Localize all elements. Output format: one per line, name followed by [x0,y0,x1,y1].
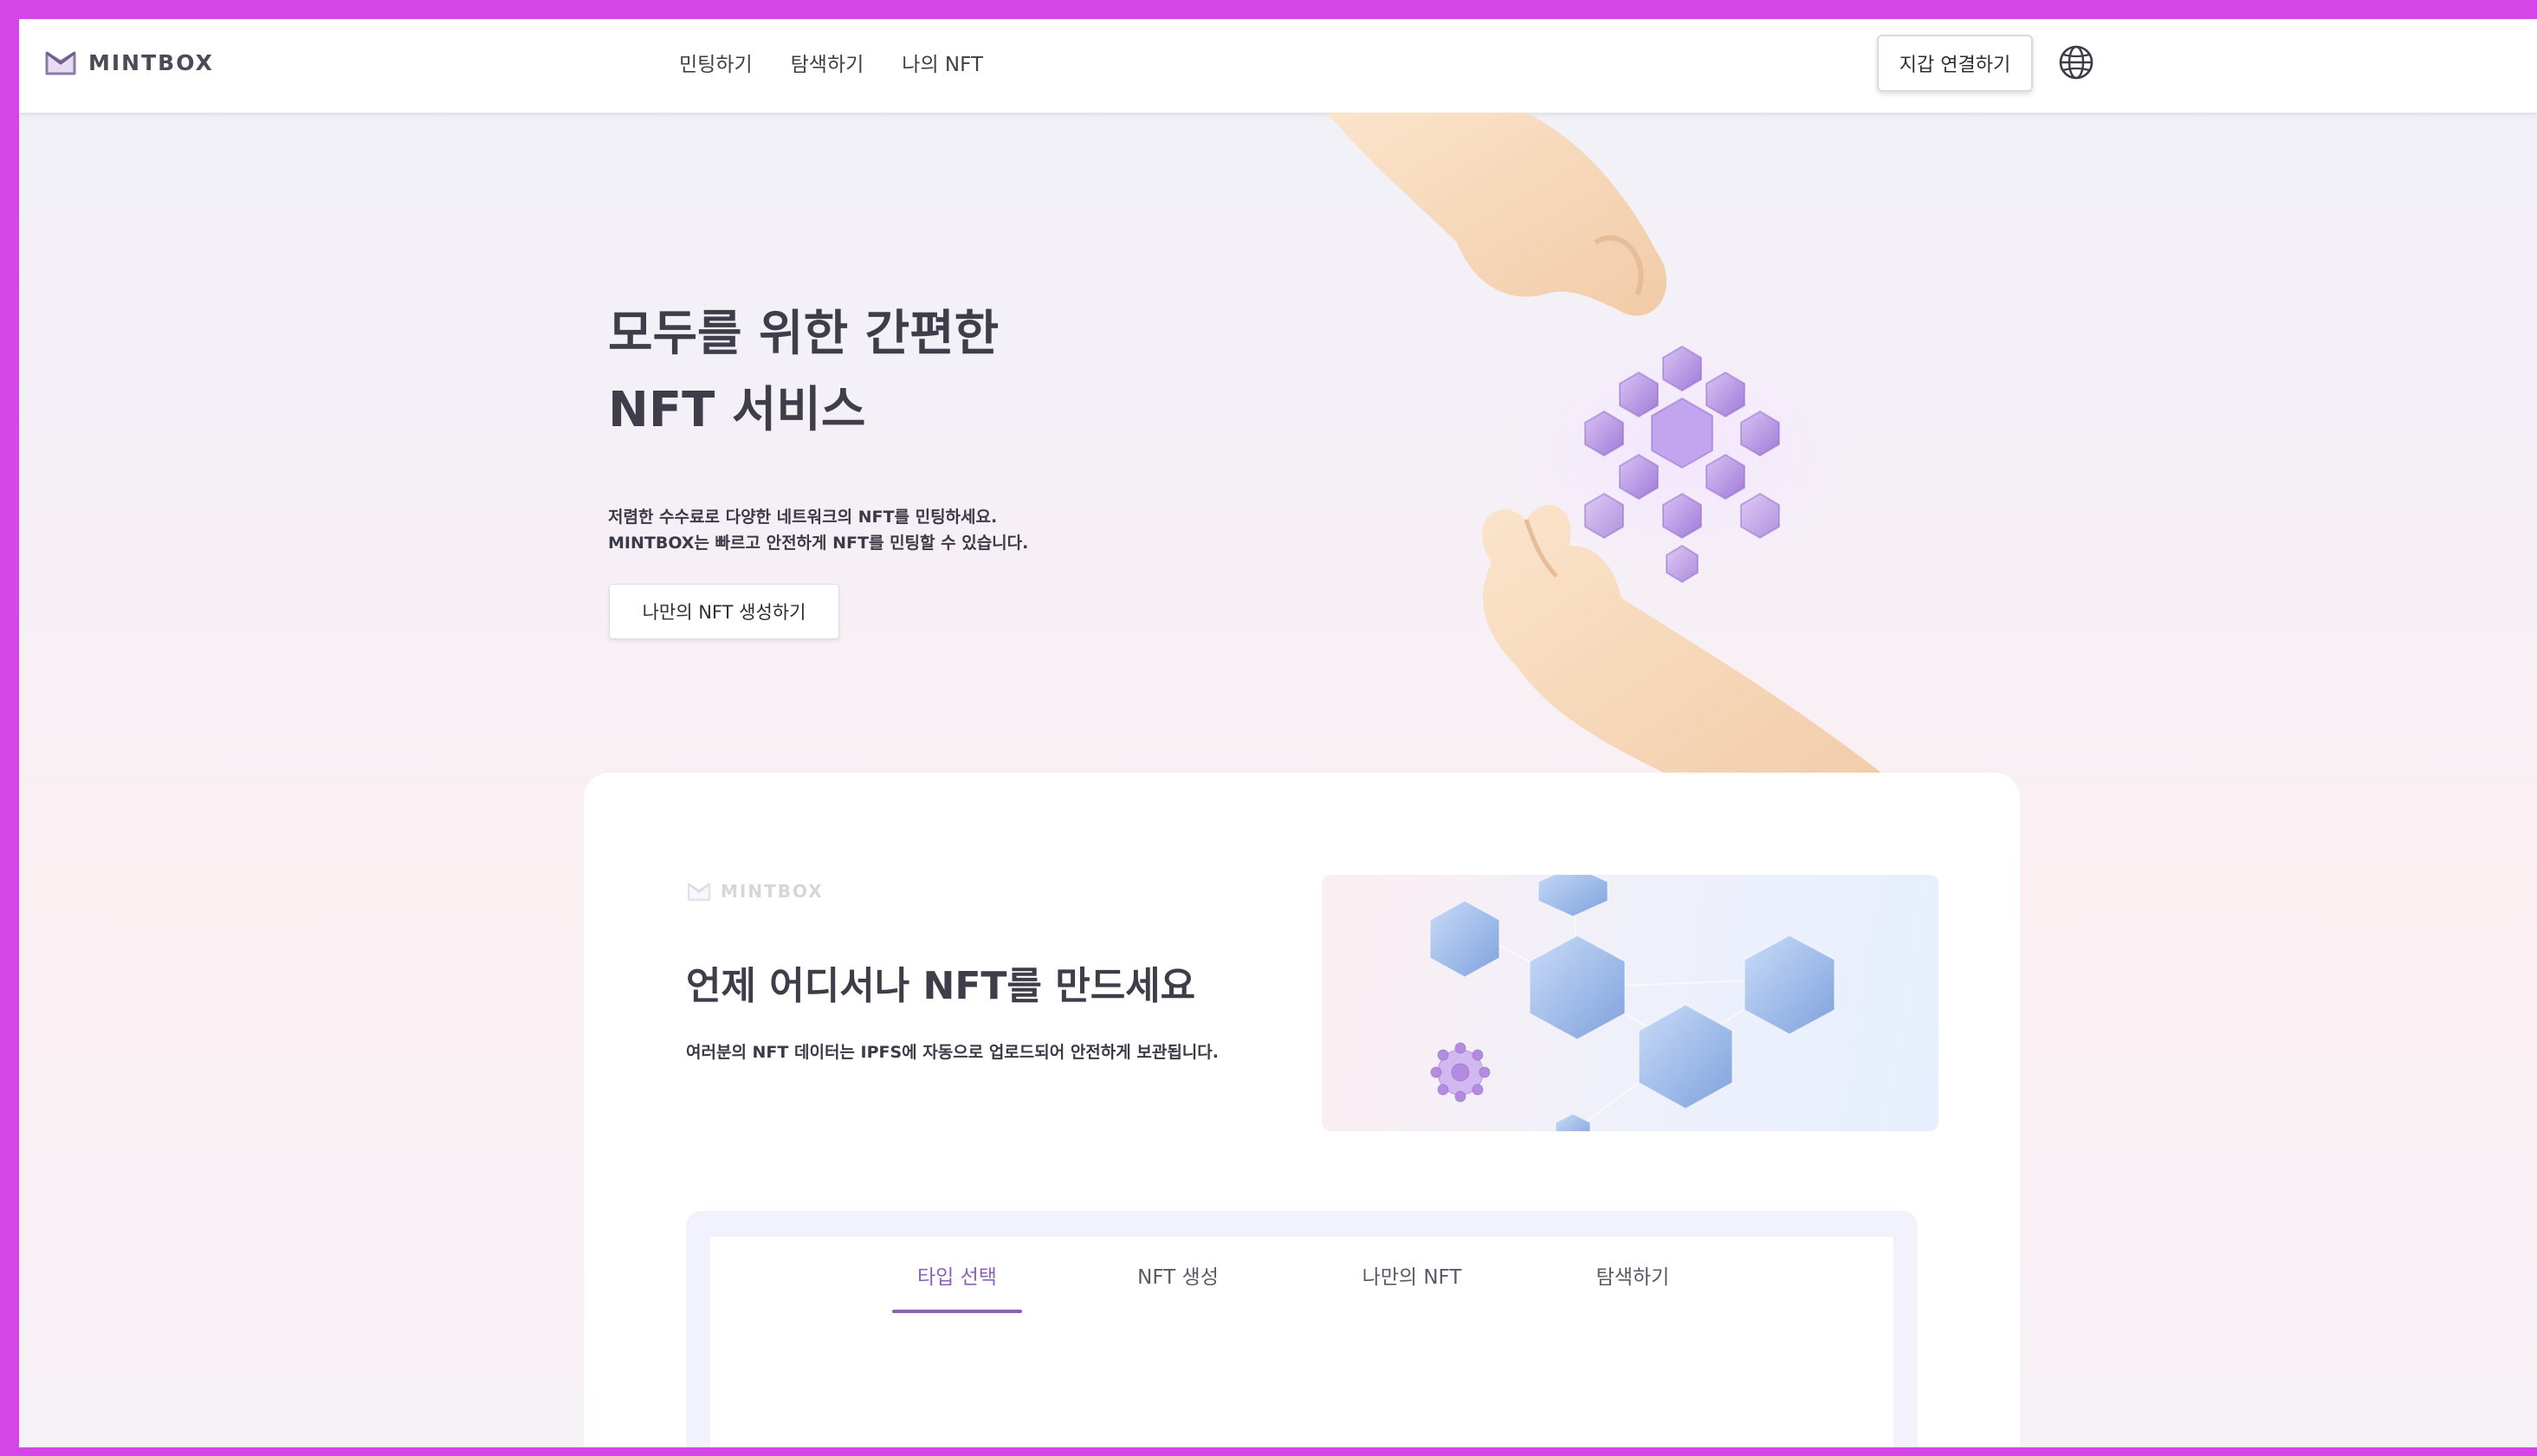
mintbox-logo-icon [45,51,76,75]
create-my-nft-button[interactable]: 나만의 NFT 생성하기 [609,584,839,639]
tab-label: 탐색하기 [1595,1266,1670,1289]
active-tab-indicator [892,1310,1022,1313]
hero-title: 모두를 위한 간편한 NFT 서비스 [608,296,999,449]
tab-type-select[interactable]: 타입 선택 [892,1237,1022,1313]
connect-wallet-button[interactable]: 지갑 연결하기 [1877,35,2033,92]
tab-my-nft[interactable]: 나만의 NFT [1343,1237,1481,1313]
hero-desc-line1: 저렴한 수수료로 다양한 네트워크의 NFT를 민팅하세요. [608,508,998,527]
cubes-graphic [1429,875,1835,1131]
app-frame: MINTBOX 민팅하기 탐색하기 나의 NFT 지갑 연결하기 모두를 위한 … [19,19,2537,1447]
hero-hands-crystal-illustration [1327,113,1907,793]
nav-my-nft[interactable]: 나의 NFT [902,48,983,77]
top-header: MINTBOX 민팅하기 탐색하기 나의 NFT 지갑 연결하기 [19,19,2537,114]
hero-description: 저렴한 수수료로 다양한 네트워크의 NFT를 민팅하세요. MINTBOX는 … [608,504,1028,556]
tab-label: 나만의 NFT [1362,1266,1462,1289]
section-logo: MINTBOX [686,880,824,903]
tab-label: NFT 생성 [1137,1266,1219,1289]
globe-icon[interactable] [2057,43,2095,81]
main-nav: 민팅하기 탐색하기 나의 NFT [679,48,983,77]
feature-card: MINTBOX 언제 어디서나 NFT를 만드세요 여러분의 NFT 데이터는 … [584,773,2020,1447]
tab-nft-create[interactable]: NFT 생성 [1117,1237,1239,1313]
blockchain-cubes-illustration [1322,875,1938,1131]
hero-desc-line2: MINTBOX는 빠르고 안전하게 NFT를 민팅할 수 있습니다. [608,534,1029,553]
hero-title-line1: 모두를 위한 간편한 [608,306,1000,362]
mintbox-logo[interactable]: MINTBOX [43,45,214,80]
hero-title-line2: NFT 서비스 [608,382,866,438]
nav-explore[interactable]: 탐색하기 [791,48,864,77]
step-tabs-panel: 타입 선택 NFT 생성 나만의 NFT 탐색하기 [710,1237,1893,1447]
mintbox-logo-icon [687,883,711,901]
tab-explore[interactable]: 탐색하기 [1576,1237,1689,1313]
nav-minting[interactable]: 민팅하기 [679,48,753,77]
tab-label: 타입 선택 [917,1266,997,1289]
section-title: 언제 어디서나 NFT를 만드세요 [686,964,1196,1008]
logo-text: MINTBOX [88,49,214,75]
step-tabs-container: 타입 선택 NFT 생성 나만의 NFT 탐색하기 [686,1211,1918,1447]
section-logo-text: MINTBOX [721,881,824,902]
section-description: 여러분의 NFT 데이터는 IPFS에 자동으로 업로드되어 안전하게 보관됩니… [686,1043,1219,1062]
